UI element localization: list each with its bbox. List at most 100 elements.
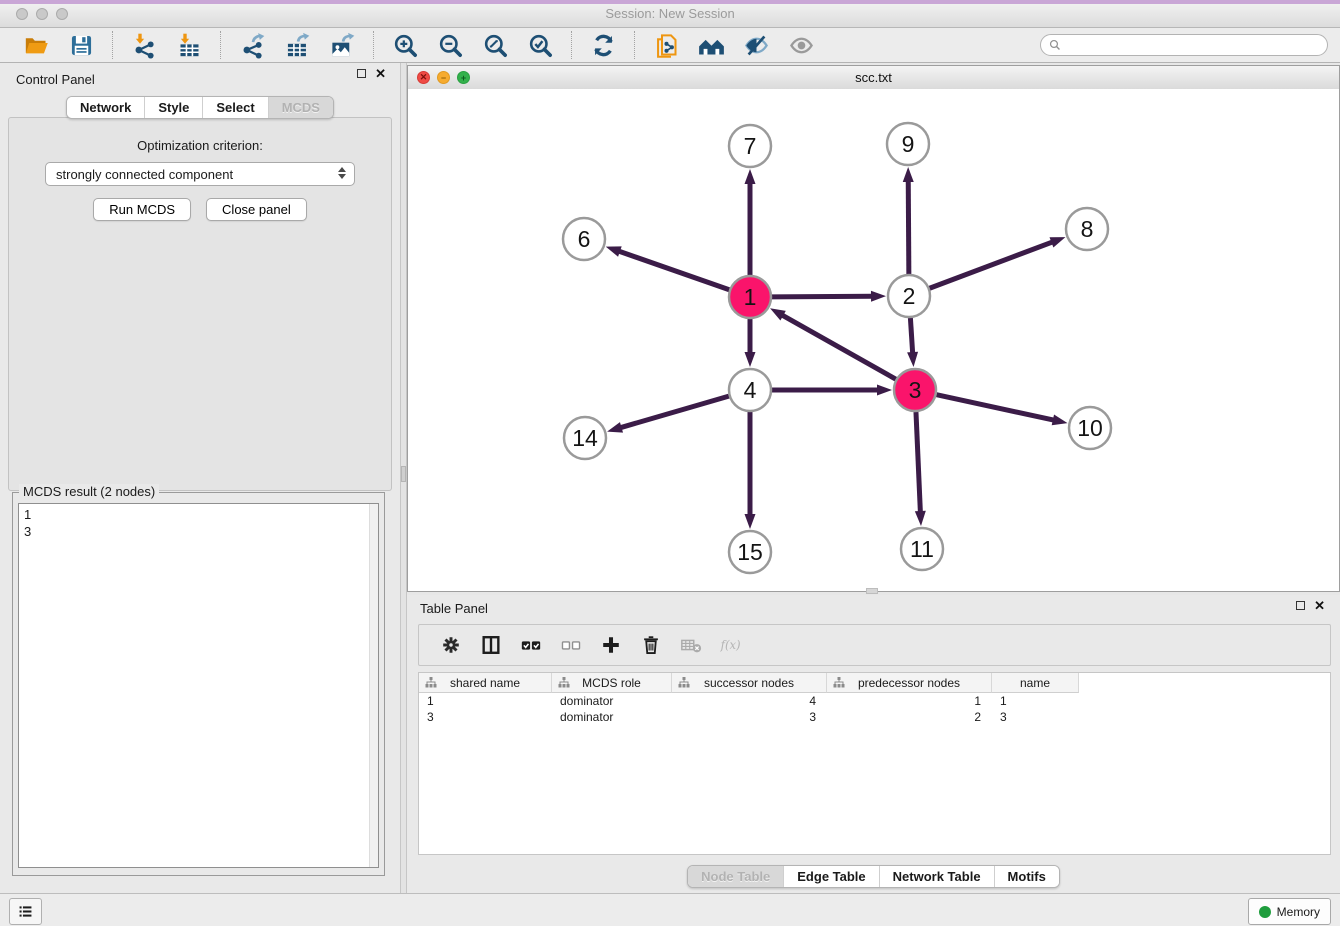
edge-1-6[interactable] bbox=[618, 251, 729, 290]
edge-arrowhead bbox=[907, 352, 918, 367]
hide-selected-button[interactable] bbox=[741, 30, 772, 61]
close-panel-button[interactable]: Close panel bbox=[206, 198, 307, 221]
column-header-mcds-role[interactable]: MCDS role bbox=[552, 673, 672, 693]
delete-column-button[interactable] bbox=[640, 634, 662, 656]
edge-arrowhead bbox=[877, 385, 892, 396]
edge-arrowhead bbox=[745, 169, 756, 184]
columns-icon bbox=[480, 634, 502, 656]
table-row[interactable]: 3 dominator 3 2 3 bbox=[419, 709, 1330, 725]
search-input[interactable] bbox=[1066, 37, 1319, 53]
edge-4-14[interactable] bbox=[620, 396, 729, 428]
tab-motifs[interactable]: Motifs bbox=[995, 866, 1059, 887]
edge-3-1[interactable] bbox=[781, 315, 895, 380]
tab-mcds[interactable]: MCDS bbox=[269, 97, 333, 118]
graph-node-label: 9 bbox=[902, 131, 915, 157]
add-column-button[interactable] bbox=[600, 634, 622, 656]
import-network-button[interactable] bbox=[129, 30, 160, 61]
mcds-result-legend: MCDS result (2 nodes) bbox=[19, 484, 159, 499]
edge-arrowhead bbox=[903, 167, 914, 182]
hierarchy-icon bbox=[425, 677, 437, 689]
open-session-button[interactable] bbox=[21, 30, 52, 61]
tab-network[interactable]: Network bbox=[67, 97, 145, 118]
tab-node-table[interactable]: Node Table bbox=[688, 866, 784, 887]
edge-2-3[interactable] bbox=[910, 318, 912, 354]
delete-table-button[interactable] bbox=[680, 634, 702, 656]
run-mcds-button[interactable]: Run MCDS bbox=[93, 198, 191, 221]
apply-layout-button[interactable] bbox=[588, 30, 619, 61]
table-settings-button[interactable] bbox=[440, 634, 462, 656]
column-header-predecessor-nodes[interactable]: predecessor nodes bbox=[827, 673, 992, 693]
column-header-successor-nodes[interactable]: successor nodes bbox=[672, 673, 827, 693]
horizontal-splitter-grip[interactable] bbox=[866, 588, 878, 594]
zoom-fit-button[interactable] bbox=[480, 30, 511, 61]
edge-3-10[interactable] bbox=[936, 395, 1054, 421]
edge-3-11[interactable] bbox=[916, 412, 920, 513]
tab-edge-table[interactable]: Edge Table bbox=[784, 866, 879, 887]
export-table-button[interactable] bbox=[282, 30, 313, 61]
result-scrollbar[interactable] bbox=[369, 504, 378, 867]
search-field[interactable] bbox=[1040, 34, 1328, 56]
clone-network-button[interactable] bbox=[651, 30, 682, 61]
zoom-in-button[interactable] bbox=[390, 30, 421, 61]
save-session-button[interactable] bbox=[66, 30, 97, 61]
zoom-out-button[interactable] bbox=[435, 30, 466, 61]
edge-arrowhead bbox=[871, 291, 886, 302]
titlebar-accent-strip bbox=[0, 0, 1340, 4]
selected-option-label: strongly connected component bbox=[56, 167, 233, 182]
graph-node-label: 14 bbox=[572, 425, 598, 451]
zoom-selected-button[interactable] bbox=[525, 30, 556, 61]
network-canvas[interactable]: 1234678910111415 bbox=[408, 89, 1339, 591]
tab-style[interactable]: Style bbox=[145, 97, 203, 118]
export-network-icon bbox=[239, 32, 266, 59]
edge-2-8[interactable] bbox=[930, 242, 1054, 289]
show-all-button[interactable] bbox=[696, 30, 727, 61]
show-hidden-button[interactable] bbox=[786, 30, 817, 61]
export-network-button[interactable] bbox=[237, 30, 268, 61]
splitter-grip[interactable] bbox=[401, 466, 406, 482]
list-icon bbox=[17, 903, 34, 920]
export-image-button[interactable] bbox=[327, 30, 358, 61]
edge-arrowhead bbox=[745, 352, 756, 367]
tab-select[interactable]: Select bbox=[203, 97, 268, 118]
graph-node-label: 3 bbox=[909, 377, 922, 403]
table-row[interactable]: 1 dominator 4 1 1 bbox=[419, 693, 1330, 709]
hierarchy-icon bbox=[558, 677, 570, 689]
column-header-name[interactable]: name bbox=[992, 673, 1079, 693]
zoom-in-icon bbox=[392, 32, 419, 59]
tab-network-table[interactable]: Network Table bbox=[880, 866, 995, 887]
edge-1-2[interactable] bbox=[772, 296, 873, 297]
trash-icon bbox=[640, 634, 662, 656]
export-table-icon bbox=[284, 32, 311, 59]
edge-arrowhead bbox=[745, 514, 756, 529]
function-builder-button[interactable]: f(x) bbox=[720, 634, 742, 656]
toolbar-separator bbox=[220, 31, 222, 59]
mcds-result-line: 3 bbox=[24, 523, 378, 540]
table-panel-title: Table Panel bbox=[420, 601, 488, 616]
select-all-button[interactable] bbox=[520, 634, 542, 656]
panel-splitter[interactable] bbox=[400, 63, 407, 893]
show-columns-button[interactable] bbox=[480, 634, 502, 656]
houses-icon bbox=[698, 32, 725, 59]
graph-node-label: 15 bbox=[737, 539, 763, 565]
edge-arrowhead bbox=[1052, 415, 1068, 426]
deselect-all-button[interactable] bbox=[560, 634, 582, 656]
float-panel-icon[interactable] bbox=[357, 69, 366, 78]
edge-2-9[interactable] bbox=[908, 180, 909, 274]
optimization-criterion-select[interactable]: strongly connected component bbox=[45, 162, 355, 186]
toolbar-separator bbox=[571, 31, 573, 59]
import-table-button[interactable] bbox=[174, 30, 205, 61]
toolbar-separator bbox=[112, 31, 114, 59]
float-table-panel-icon[interactable] bbox=[1296, 601, 1305, 610]
memory-button[interactable]: Memory bbox=[1248, 898, 1331, 925]
mcds-result-textarea[interactable]: 1 3 bbox=[18, 503, 379, 868]
graph-node-label: 8 bbox=[1081, 216, 1094, 242]
control-panel: Control Panel ✕ Network Style Select MCD… bbox=[0, 63, 400, 893]
network-graph: 1234678910111415 bbox=[408, 89, 1339, 591]
window-title: Session: New Session bbox=[0, 6, 1340, 21]
function-icon: f(x) bbox=[720, 634, 742, 656]
close-panel-icon[interactable]: ✕ bbox=[375, 69, 386, 78]
column-header-shared-name[interactable]: shared name bbox=[419, 673, 552, 693]
close-table-panel-icon[interactable]: ✕ bbox=[1314, 601, 1325, 610]
task-history-button[interactable] bbox=[9, 898, 42, 925]
hierarchy-icon bbox=[678, 677, 690, 689]
